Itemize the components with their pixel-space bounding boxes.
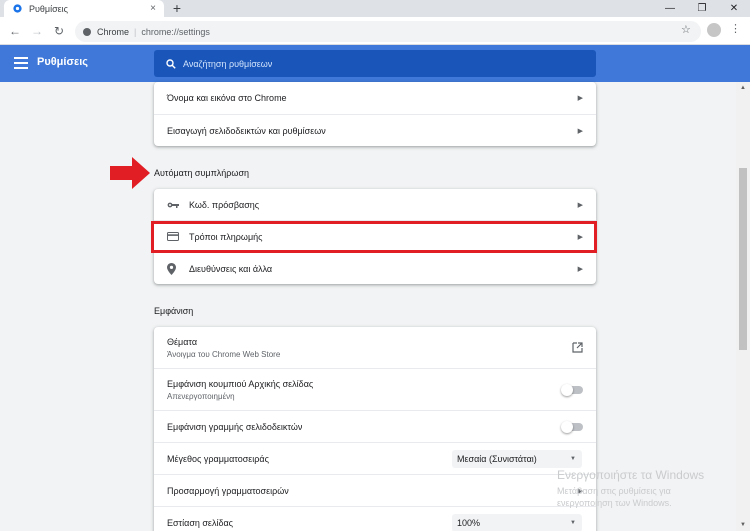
watermark-line-2: ενεργοποίηση των Windows. bbox=[557, 498, 672, 508]
tab-settings[interactable]: Ρυθμίσεις × bbox=[4, 0, 164, 17]
scroll-up-icon[interactable]: ▲ bbox=[736, 82, 750, 94]
home-button-toggle[interactable] bbox=[561, 383, 583, 396]
row-label: Εμφάνιση κουμπιού Αρχικής σελίδας bbox=[167, 378, 314, 389]
row-font-size: Μέγεθος γραμματοσειράς Μεσαία (Συνιστάτα… bbox=[154, 442, 596, 474]
row-page-zoom: Εστίαση σελίδας 100% ▼ bbox=[154, 506, 596, 531]
chevron-right-icon: ▶ bbox=[577, 233, 583, 241]
address-bar[interactable]: Chrome | chrome://settings bbox=[75, 21, 701, 42]
tab-close-icon[interactable]: × bbox=[146, 3, 160, 14]
people-card: Όνομα και εικόνα στο Chrome ▶ Εισαγωγή σ… bbox=[154, 82, 596, 146]
search-input[interactable] bbox=[183, 58, 583, 69]
scroll-down-icon[interactable]: ▼ bbox=[736, 519, 750, 531]
settings-header: Ρυθμίσεις bbox=[0, 45, 750, 82]
new-tab-button[interactable]: + bbox=[170, 0, 184, 17]
font-size-select[interactable]: Μεσαία (Συνιστάται) ▼ bbox=[452, 449, 582, 468]
autofill-section-title: Αυτόματη συμπλήρωση bbox=[154, 168, 250, 178]
row-import-bookmarks[interactable]: Εισαγωγή σελιδοδεικτών και ρυθμίσεων ▶ bbox=[154, 114, 596, 146]
dropdown-arrow-icon: ▼ bbox=[570, 455, 576, 462]
chevron-right-icon: ▶ bbox=[577, 95, 583, 102]
bookmark-star-icon[interactable]: ☆ bbox=[681, 23, 691, 36]
row-label: Τρόποι πληρωμής bbox=[189, 231, 263, 242]
chrome-site-icon bbox=[83, 27, 91, 36]
url-text: chrome://settings bbox=[141, 26, 210, 37]
search-box[interactable] bbox=[154, 50, 596, 77]
restore-button[interactable]: ❐ bbox=[686, 0, 718, 17]
back-button[interactable]: ← bbox=[4, 24, 26, 38]
row-payment-methods[interactable]: Τρόποι πληρωμής ▶ bbox=[154, 220, 596, 252]
row-label: Προσαρμογή γραμματοσειρών bbox=[167, 485, 289, 496]
watermark-line-1: Μετάβαση στις ρυθμίσεις για bbox=[557, 486, 671, 496]
separator: | bbox=[134, 26, 137, 37]
row-bookmarks-bar[interactable]: Εμφάνιση γραμμής σελιδοδεικτών bbox=[154, 410, 596, 442]
row-home-button[interactable]: Εμφάνιση κουμπιού Αρχικής σελίδας Απενερ… bbox=[154, 368, 596, 410]
site-label: Chrome bbox=[97, 26, 130, 37]
search-icon bbox=[166, 58, 176, 69]
row-passwords[interactable]: Κωδ. πρόσβασης ▶ bbox=[154, 189, 596, 220]
select-value: 100% bbox=[457, 517, 481, 528]
select-value: Μεσαία (Συνιστάται) bbox=[457, 453, 537, 464]
autofill-card: Κωδ. πρόσβασης ▶ Τρόποι πληρωμής ▶ Διευθ… bbox=[154, 189, 596, 284]
window-controls: — ❐ ✕ bbox=[654, 0, 750, 17]
forward-button[interactable]: → bbox=[26, 24, 48, 38]
appearance-section-title: Εμφάνιση bbox=[154, 306, 194, 316]
row-addresses[interactable]: Διευθύνσεις και άλλα ▶ bbox=[154, 252, 596, 284]
chevron-right-icon: ▶ bbox=[577, 201, 583, 209]
credit-card-icon bbox=[167, 232, 189, 241]
row-label: Κωδ. πρόσβασης bbox=[189, 199, 260, 210]
row-customize-fonts[interactable]: Προσαρμογή γραμματοσειρών ▶ bbox=[154, 474, 596, 506]
row-themes[interactable]: Θέματα Άνοιγμα του Chrome Web Store bbox=[154, 327, 596, 368]
external-link-icon[interactable] bbox=[572, 342, 583, 353]
watermark-title: Ενεργοποιήστε τα Windows bbox=[557, 468, 705, 482]
gear-icon bbox=[13, 4, 22, 13]
row-label: Εμφάνιση γραμμής σελιδοδεικτών bbox=[167, 421, 303, 432]
windows-activation-watermark: Ενεργοποιήστε τα Windows Μετάβαση στις ρ… bbox=[557, 468, 704, 509]
reload-button[interactable]: ↻ bbox=[48, 24, 70, 38]
themes-text: Θέματα Άνοιγμα του Chrome Web Store bbox=[167, 337, 572, 359]
location-pin-icon bbox=[167, 262, 189, 275]
scrollbar-thumb[interactable] bbox=[739, 168, 747, 350]
row-label: Όνομα και εικόνα στο Chrome bbox=[167, 93, 287, 103]
tab-title: Ρυθμίσεις bbox=[29, 3, 69, 14]
hamburger-menu-icon[interactable] bbox=[14, 57, 28, 69]
profile-avatar[interactable] bbox=[707, 23, 721, 37]
close-window-button[interactable]: ✕ bbox=[718, 0, 750, 17]
row-label: Θέματα bbox=[167, 336, 198, 347]
row-label: Διευθύνσεις και άλλα bbox=[189, 263, 273, 274]
row-profile-name[interactable]: Όνομα και εικόνα στο Chrome ▶ bbox=[154, 82, 596, 114]
page-zoom-select[interactable]: 100% ▼ bbox=[452, 513, 582, 531]
home-button-text: Εμφάνιση κουμπιού Αρχικής σελίδας Απενερ… bbox=[167, 379, 563, 401]
key-icon bbox=[167, 201, 189, 209]
dropdown-arrow-icon: ▼ bbox=[570, 519, 576, 526]
row-sublabel: Απενεργοποιημένη bbox=[167, 391, 235, 401]
row-label: Εισαγωγή σελιδοδεικτών και ρυθμίσεων bbox=[167, 125, 326, 136]
browser-toolbar: ← → ↻ Chrome | chrome://settings ☆ ⋮ bbox=[0, 17, 750, 45]
page-title: Ρυθμίσεις bbox=[37, 56, 88, 68]
menu-icon[interactable]: ⋮ bbox=[730, 22, 741, 35]
bookmarks-bar-toggle[interactable] bbox=[561, 420, 583, 433]
chevron-right-icon: ▶ bbox=[577, 265, 583, 273]
minimize-button[interactable]: — bbox=[654, 0, 686, 17]
row-sublabel: Άνοιγμα του Chrome Web Store bbox=[167, 349, 281, 359]
chevron-right-icon: ▶ bbox=[577, 127, 583, 135]
tab-strip: Ρυθμίσεις × + — ❐ ✕ bbox=[0, 0, 750, 17]
appearance-card: Θέματα Άνοιγμα του Chrome Web Store Εμφά… bbox=[154, 327, 596, 531]
red-arrow-annotation bbox=[110, 157, 150, 189]
